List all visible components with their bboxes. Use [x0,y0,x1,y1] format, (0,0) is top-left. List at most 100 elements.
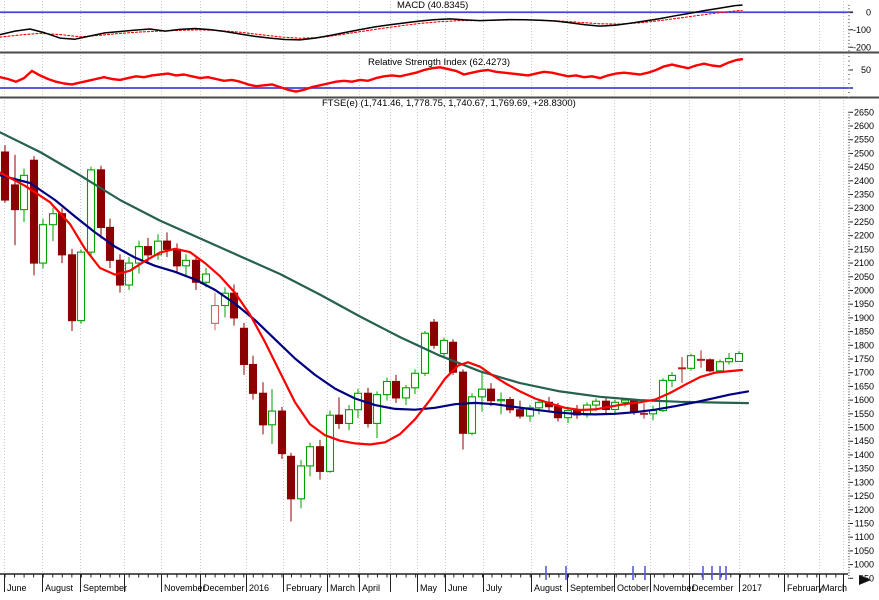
candle [96,169,106,228]
axis-label: 1550 [854,409,874,419]
time-axis-label: August [534,583,563,593]
axis-label: 0 [866,7,871,17]
axis-label: 2250 [854,217,874,227]
axis-label: 1400 [854,450,874,460]
axis-label: 2150 [854,244,874,254]
candle [505,399,515,411]
candle [724,357,734,363]
time-axis-label: December [692,583,734,593]
candle [515,409,525,417]
axis-label: 1600 [854,395,874,405]
time-axis-label: September [83,583,127,593]
axis-label: 2050 [854,272,874,282]
candle [534,401,544,409]
chart-background [0,0,879,600]
candle [201,273,211,283]
candle [296,465,306,500]
candle [686,355,696,369]
axis-label: 1950 [854,299,874,309]
time-axis-label: September [570,583,614,593]
time-axis-label: March [822,583,847,593]
axis-label: 1200 [854,505,874,515]
candle [591,400,601,406]
candle [76,251,86,322]
candle [410,372,420,389]
candle [715,361,725,372]
candle [57,213,67,256]
time-axis-label: June [448,583,468,593]
candle [248,363,258,394]
axis-label: 2000 [854,285,874,295]
axis-label: 50 [861,65,871,75]
time-axis-label: August [45,583,74,593]
candle [382,380,392,396]
candle [277,410,287,455]
axis-label: 1100 [855,532,874,542]
time-axis-label: May [420,583,438,593]
axis-label: 2550 [854,135,874,145]
price-security-label[interactable]: FTSE(e) (1,741.46, 1,778.75, 1,740.67, 1… [322,99,576,109]
axis-label: 1800 [854,340,874,350]
time-axis-label: February [286,583,323,593]
candle [477,388,487,398]
candle [620,399,630,403]
candle [267,410,277,426]
candle [286,455,296,500]
candle [344,409,354,424]
time-axis-label: June [7,583,27,593]
macd-indicator-label[interactable]: MACD (40.8345) [397,1,468,11]
axis-label: 1350 [854,464,874,474]
time-axis-label: November [653,583,695,593]
axis-label: 1500 [854,423,874,433]
time-axis-label: November [164,583,206,593]
axis-label: 2650 [854,107,874,117]
candle [372,394,382,424]
axis-label: 1300 [854,477,874,487]
time-axis-label: March [330,583,355,593]
rsi-indicator-label[interactable]: Relative Strength Index (62.4273) [368,58,510,68]
candle [401,387,411,399]
axis-label: 2300 [854,203,874,213]
candle [325,414,335,472]
axis-label: -200 [853,42,871,52]
candle [305,446,315,467]
candle [705,359,715,372]
axis-label: 2400 [854,176,874,186]
candle [667,374,677,381]
time-axis-label: April [362,583,380,593]
candle [315,446,325,472]
axis-label: 2600 [854,121,874,131]
axis-label: 1850 [854,327,874,337]
stock-chart-window: 2650 2600 2550 2500 2450 2400 2350 2300 2250 2200… [0,0,879,600]
axis-label: 2500 [854,148,874,158]
axis-label: 2100 [854,258,874,268]
axis-label: 2450 [854,162,874,172]
candle [29,159,39,264]
candle [486,388,496,402]
candle [353,392,363,411]
axis-label: 1050 [854,546,874,556]
candle [48,213,58,226]
candle [172,248,182,267]
axis-label: 1650 [854,381,874,391]
candle [258,392,268,426]
axis-label: 1000 [854,560,874,570]
candle [162,240,172,250]
candle [496,399,506,402]
candle [210,305,220,324]
candle [363,392,373,424]
candle [124,262,134,286]
axis-label: 1750 [854,354,874,364]
time-axis-label: 2016 [249,583,269,593]
chart-canvas[interactable]: 2650 2600 2550 2500 2450 2400 2350 2300 2250 2200… [0,0,879,600]
candle [10,184,20,211]
candle [181,259,191,267]
time-axis-label: July [486,583,503,593]
candle [143,246,153,256]
candle [429,321,439,346]
candle [420,332,430,374]
axis-label: -100 [853,25,871,35]
axis-label: 2200 [854,231,874,241]
axis-label: 1700 [854,368,874,378]
time-axis-label: October [617,583,649,593]
